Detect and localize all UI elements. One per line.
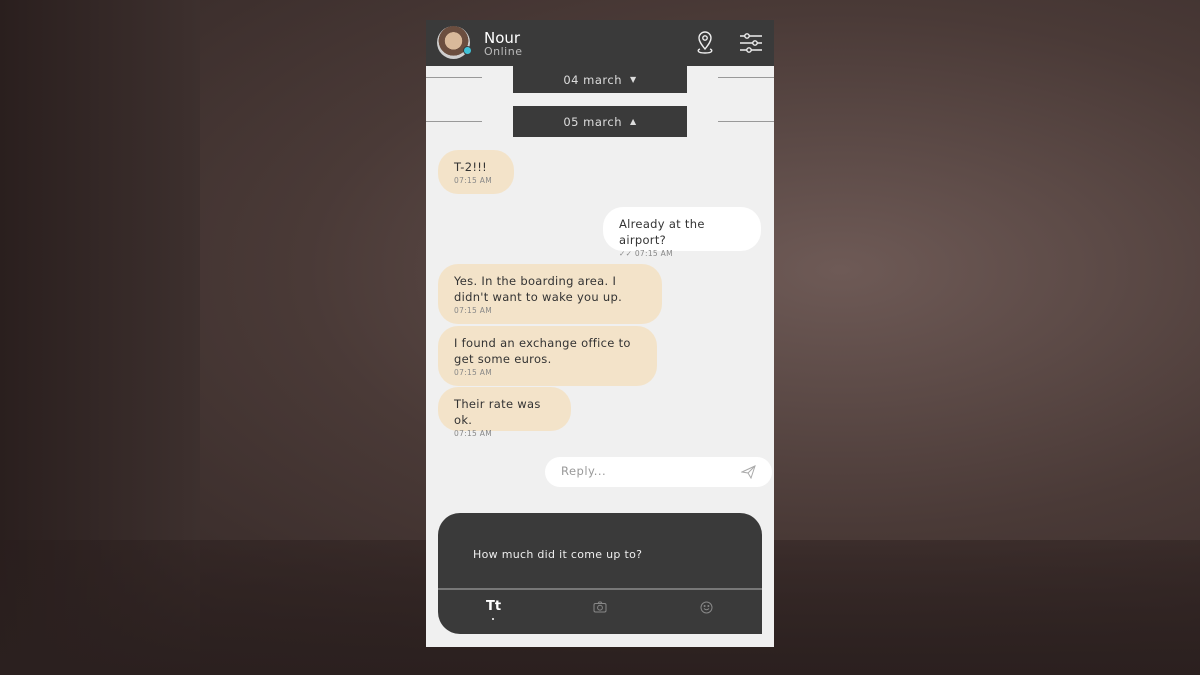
divider <box>718 121 774 122</box>
message-time: 07:15 AM <box>454 176 492 185</box>
emoji-icon[interactable] <box>700 601 713 614</box>
message-text: I found an exchange office to get some e… <box>454 336 631 366</box>
filter-sliders-icon[interactable] <box>738 30 764 56</box>
read-checkmarks-icon: ✓✓ <box>619 249 633 258</box>
caret-up-icon: ▲ <box>629 117 637 126</box>
compose-panel: How much did it come up to? Tt <box>438 513 762 634</box>
reply-placeholder: Reply... <box>561 464 607 478</box>
divider <box>426 121 482 122</box>
caret-down-icon: ▼ <box>629 75 637 84</box>
message-text: T-2!!! <box>454 160 488 174</box>
camera-icon[interactable] <box>593 601 607 613</box>
divider <box>438 588 762 590</box>
date-separator: 05 march ▲ <box>426 106 774 137</box>
message-incoming: Yes. In the boarding area. I didn't want… <box>438 264 662 324</box>
online-indicator <box>463 46 472 55</box>
active-indicator <box>492 618 494 620</box>
date-label: 04 march <box>563 72 622 87</box>
reply-input[interactable]: Reply... <box>545 457 772 487</box>
date-label: 05 march <box>563 114 622 129</box>
message-time: 07:15 AM <box>454 306 492 315</box>
divider <box>718 77 774 78</box>
message-time: 07:15 AM <box>634 249 673 258</box>
date-toggle-04-march[interactable]: 04 march ▼ <box>513 66 687 93</box>
reply-suggestion[interactable]: How much did it come up to? <box>473 548 642 561</box>
message-outgoing: Already at the airport? ✓✓ 07:15 AM <box>603 207 761 258</box>
message-time: 07:15 AM <box>454 429 492 438</box>
message-text: Their rate was ok. <box>454 397 541 427</box>
message-text: Yes. In the boarding area. I didn't want… <box>454 274 623 304</box>
location-pin-icon[interactable] <box>692 30 718 56</box>
message-incoming: Their rate was ok. 07:15 AM <box>438 387 571 438</box>
message-incoming: T-2!!! 07:15 AM <box>438 150 514 194</box>
chat-header: Nour Online <box>426 20 774 66</box>
contact-status: Online <box>484 45 523 58</box>
text-mode-button[interactable]: Tt <box>486 599 501 614</box>
date-toggle-05-march[interactable]: 05 march ▲ <box>513 106 687 137</box>
chat-phone: Nour Online 04 march ▼ 05 march ▲ T-2!!! 0… <box>426 20 774 647</box>
date-separator: 04 march ▼ <box>426 66 774 93</box>
message-incoming: I found an exchange office to get some e… <box>438 326 657 386</box>
send-icon[interactable] <box>741 465 756 479</box>
message-text: Already at the airport? <box>619 217 705 247</box>
message-time: 07:15 AM <box>454 368 492 377</box>
divider <box>426 77 482 78</box>
